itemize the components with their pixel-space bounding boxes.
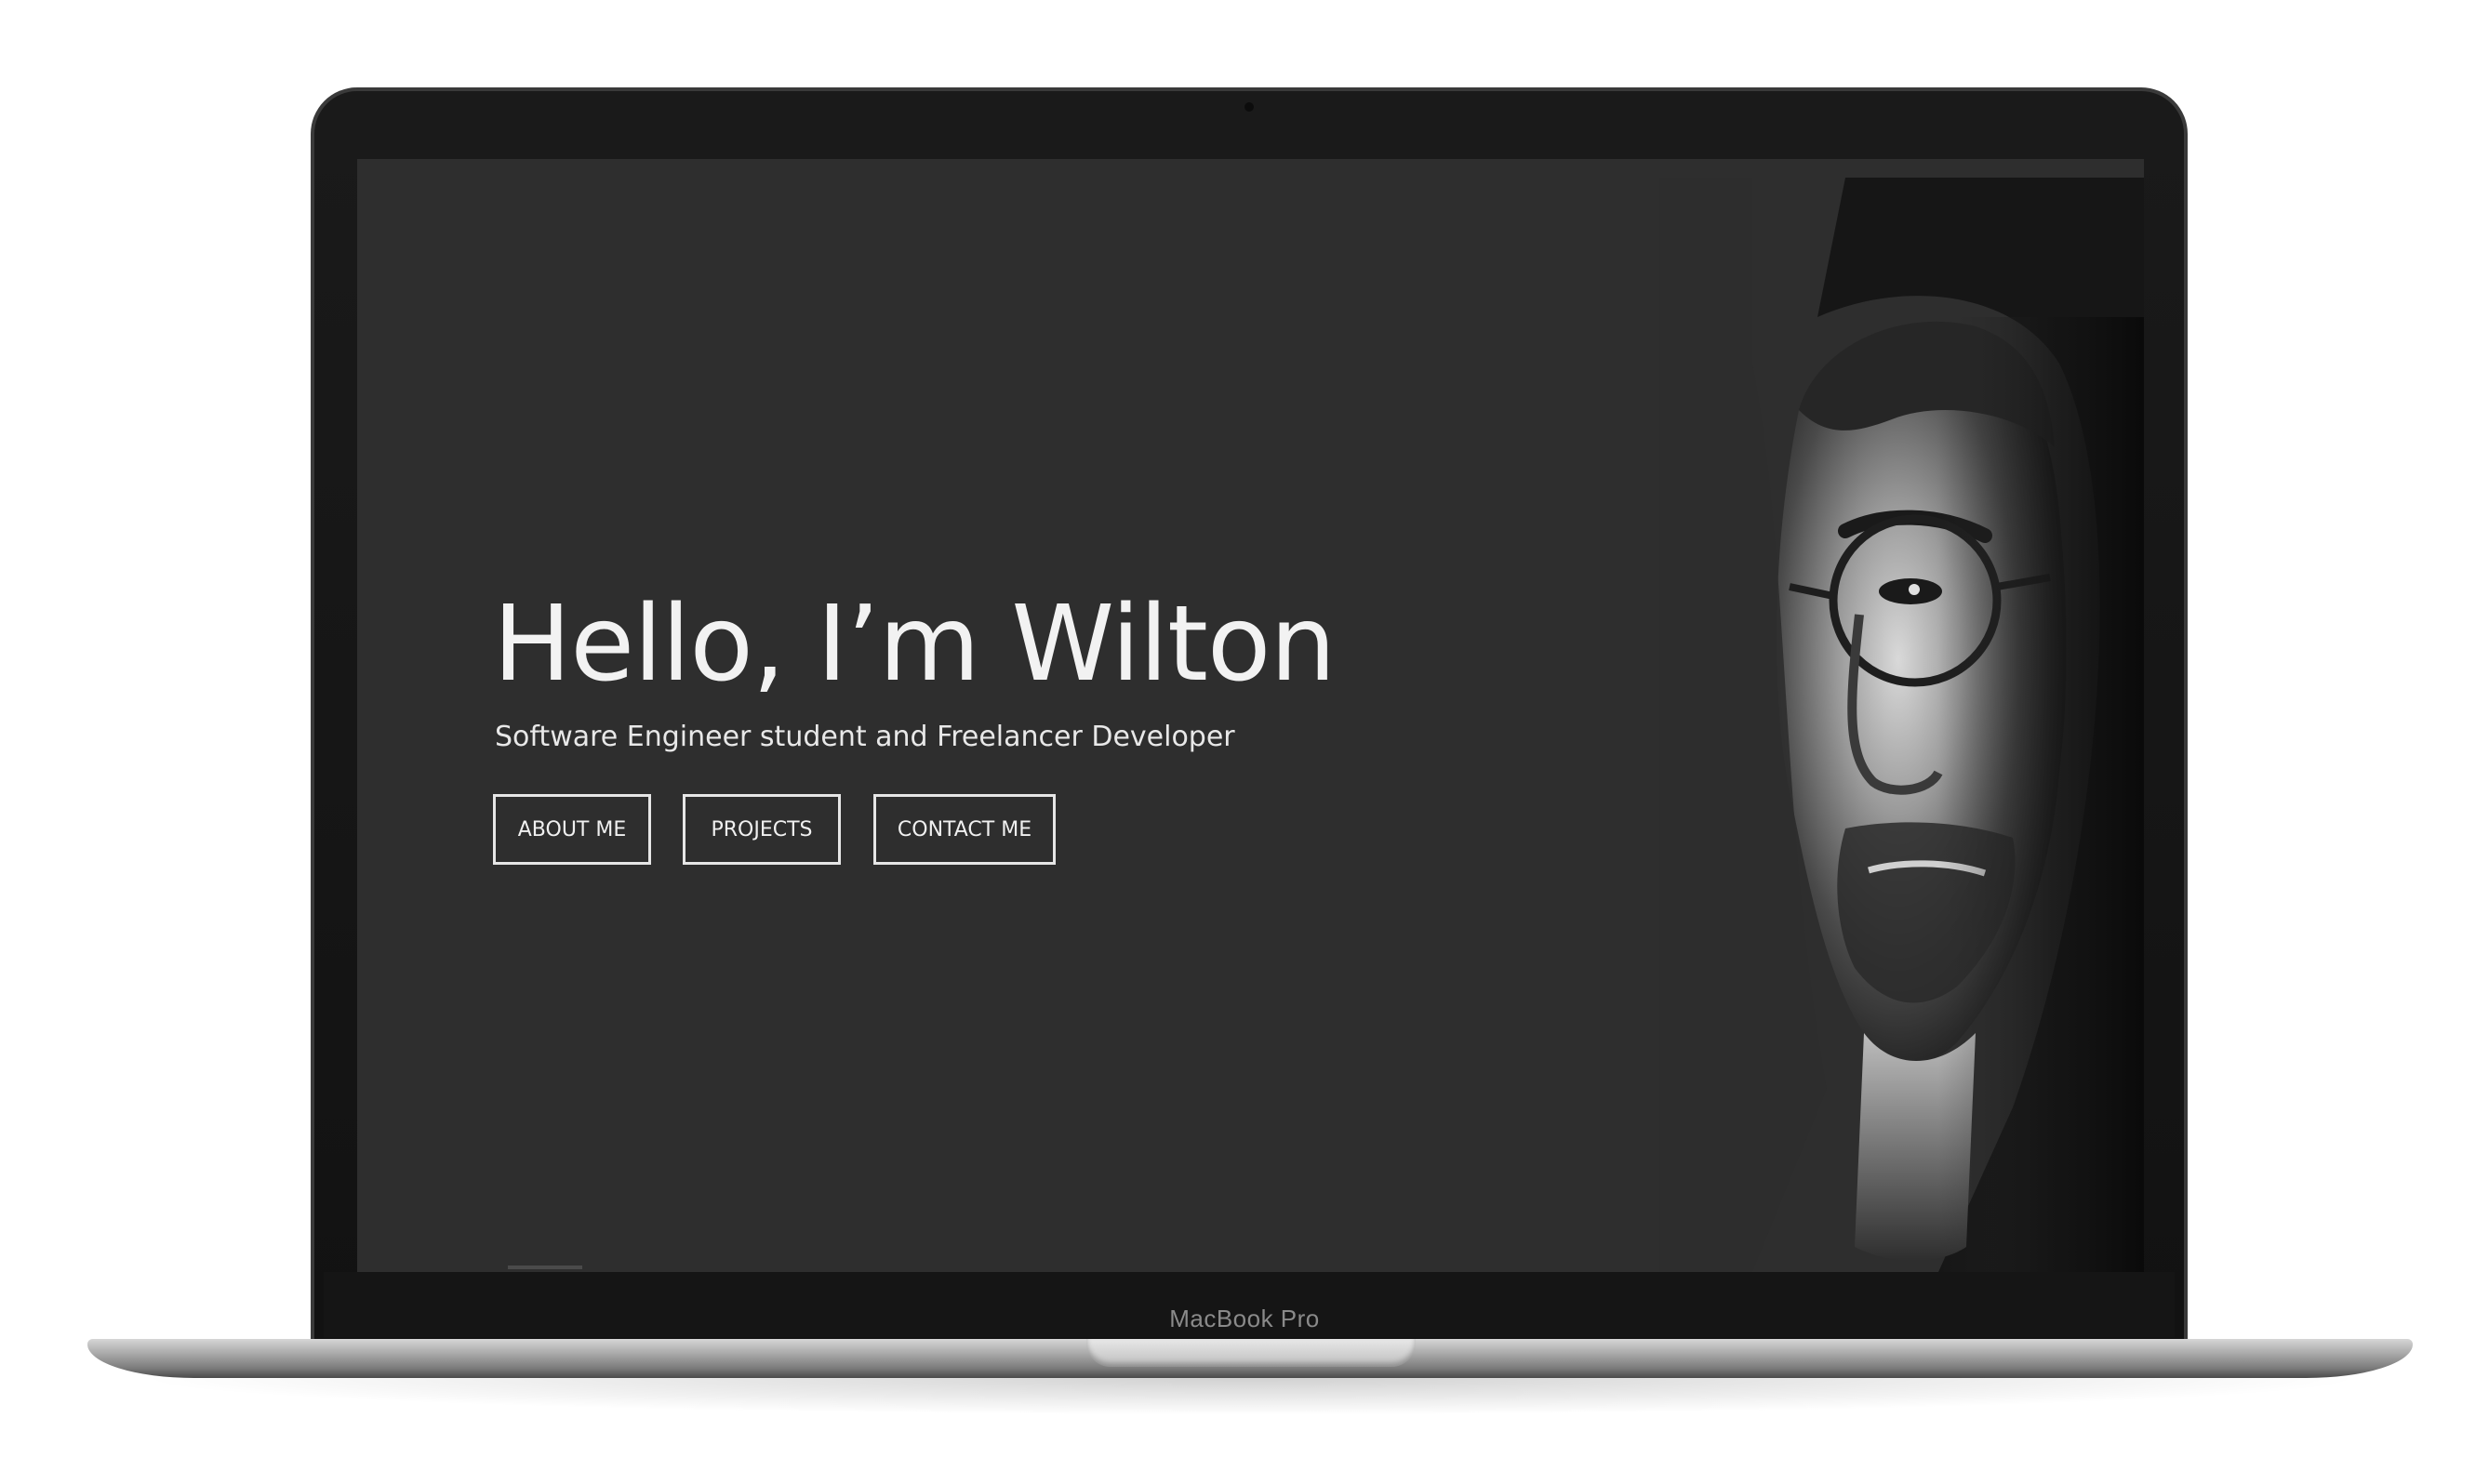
camera-icon [1244, 102, 1254, 112]
laptop-notch [1086, 1339, 1416, 1367]
portrait-image [1659, 178, 2144, 1272]
hero-subtitle: Software Engineer student and Freelancer… [495, 721, 1235, 753]
scroll-indicator [508, 1265, 582, 1269]
about-me-button[interactable]: ABOUT ME [493, 794, 651, 865]
screen: Hello, I’m Wilton Software Engineer stud… [357, 159, 2144, 1272]
device-label: MacBook Pro [1169, 1305, 1320, 1332]
stage: MacBook Pro Hello, I’m Wilton Software E… [0, 0, 2489, 1484]
projects-button[interactable]: PROJECTS [683, 794, 841, 865]
hero-title: Hello, I’m Wilton [493, 584, 1336, 705]
contact-me-button[interactable]: CONTACT ME [873, 794, 1056, 865]
laptop-shadow [130, 1378, 2372, 1415]
